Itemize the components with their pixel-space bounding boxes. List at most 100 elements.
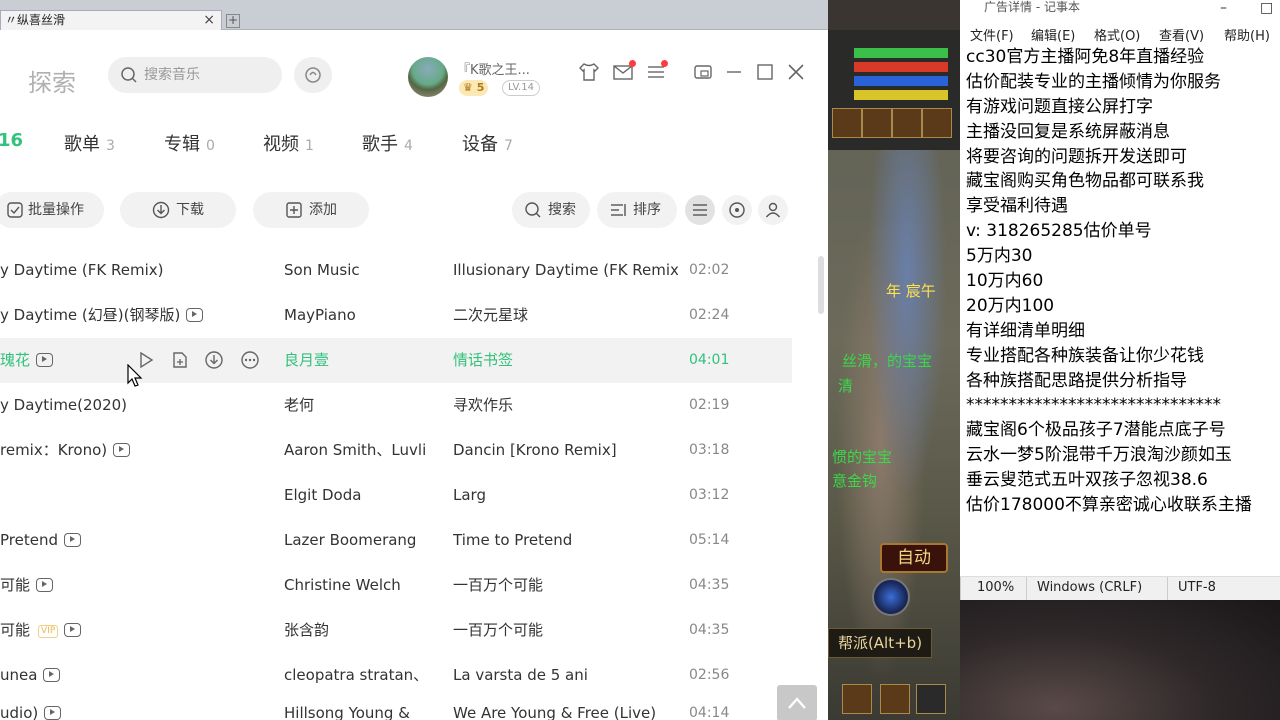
song-artist[interactable]: 张含韵: [284, 608, 434, 653]
sort-button[interactable]: 排序: [597, 192, 677, 228]
auto-battle-button[interactable]: 自动: [880, 543, 948, 573]
mv-icon[interactable]: [43, 668, 61, 682]
song-artist[interactable]: 老何: [284, 383, 434, 428]
song-album[interactable]: Time to Pretend: [453, 518, 678, 563]
song-album[interactable]: 二次元星球: [453, 293, 678, 338]
skin-icon[interactable]: [578, 61, 600, 83]
song-title-cell[interactable]: remix：Krono): [0, 428, 270, 473]
song-title[interactable]: udio): [0, 704, 38, 720]
batch-operation-button[interactable]: 批量操作: [0, 192, 104, 228]
table-row[interactable]: Pretend Lazer Boomerang Time to Pretend …: [0, 518, 792, 563]
menu-help[interactable]: 帮助(H): [1224, 25, 1270, 44]
skill-slot[interactable]: [880, 684, 910, 714]
table-row[interactable]: 可能 Christine Welch 一百万个可能 04:35: [0, 563, 792, 608]
menu-file[interactable]: 文件(F): [970, 25, 1014, 44]
song-album[interactable]: Larg: [453, 473, 678, 518]
tab-singers[interactable]: 歌手 4: [362, 130, 413, 156]
buff-slot[interactable]: [862, 108, 892, 138]
notepad-text-area[interactable]: cc30官方主播阿免8年直播经验 估价配装专业的主播倾情为你服务 有游戏问题直接…: [966, 45, 1278, 518]
close-icon[interactable]: [785, 61, 807, 83]
more-icon[interactable]: [240, 350, 260, 370]
table-row[interactable]: Elgit Doda Larg 03:12: [0, 473, 792, 518]
download-button[interactable]: 下载: [120, 192, 236, 228]
album-view-button[interactable]: [722, 195, 752, 225]
song-artist[interactable]: Christine Welch: [284, 563, 434, 608]
song-artist[interactable]: MayPiano: [284, 293, 434, 338]
menu-view[interactable]: 查看(V): [1159, 25, 1204, 44]
close-tab-icon[interactable]: ×: [203, 11, 215, 29]
buff-slot[interactable]: [832, 108, 862, 138]
download-icon[interactable]: [204, 350, 224, 370]
song-album[interactable]: La varsta de 5 ani: [453, 653, 678, 698]
table-row[interactable]: y Daytime (FK Remix) Son Music Illusiona…: [0, 248, 792, 293]
song-title[interactable]: y Daytime (FK Remix): [0, 248, 270, 293]
mini-mode-icon[interactable]: [692, 61, 714, 83]
add-to-playlist-icon[interactable]: [170, 350, 190, 370]
song-title[interactable]: 可能: [0, 576, 30, 594]
add-button[interactable]: 添加: [253, 192, 369, 228]
tab-videos[interactable]: 视频 1: [263, 130, 314, 156]
song-title[interactable]: unea: [0, 666, 37, 684]
mv-icon[interactable]: [64, 533, 81, 547]
song-album[interactable]: We Are Young & Free (Live): [453, 698, 678, 720]
skill-orb[interactable]: [872, 578, 910, 616]
song-album[interactable]: Illusionary Daytime (FK Remix): [453, 248, 678, 293]
search-input[interactable]: 搜索音乐: [108, 57, 282, 93]
song-search-button[interactable]: 搜索: [512, 192, 590, 228]
avatar[interactable]: [408, 57, 448, 97]
skill-slot[interactable]: [842, 684, 872, 714]
song-album[interactable]: 一百万个可能: [453, 608, 678, 653]
song-title[interactable]: y Daytime (幻昼)(钢琴版): [0, 306, 180, 324]
mv-icon[interactable]: [186, 308, 204, 322]
tab-devices[interactable]: 设备 7: [462, 130, 513, 156]
voice-search-button[interactable]: [294, 57, 332, 93]
maximize-icon[interactable]: [754, 61, 776, 83]
table-row[interactable]: unea cleopatra stratan、 La varsta de 5 a…: [0, 653, 792, 698]
song-artist[interactable]: cleopatra stratan、: [284, 653, 434, 698]
tab-albums[interactable]: 专辑 0: [164, 130, 215, 156]
song-album[interactable]: Dancin [Krono Remix]: [453, 428, 678, 473]
browser-tab[interactable]: 〃纵喜丝滑 ×: [0, 10, 222, 30]
mv-icon[interactable]: [64, 623, 82, 637]
minimize-icon[interactable]: –: [1220, 0, 1227, 16]
song-artist[interactable]: Lazer Boomerang: [284, 518, 434, 563]
skill-slot[interactable]: [916, 684, 946, 714]
tab-songs[interactable]: 16: [0, 130, 23, 151]
mv-icon[interactable]: [36, 578, 54, 592]
menu-format[interactable]: 格式(O): [1094, 25, 1140, 44]
mv-icon[interactable]: [113, 443, 131, 457]
song-title-cell[interactable]: Pretend: [0, 518, 270, 563]
back-to-top-button[interactable]: [777, 685, 817, 720]
song-artist[interactable]: Elgit Doda: [284, 473, 434, 518]
table-row[interactable]: 可能 VIP 张含韵 一百万个可能 04:35: [0, 608, 792, 653]
table-row[interactable]: udio) Hillsong Young & We Are Young & Fr…: [0, 698, 792, 720]
buff-slot[interactable]: [892, 108, 922, 138]
mv-icon[interactable]: [44, 706, 62, 720]
song-artist[interactable]: Aaron Smith、Luvli: [284, 428, 434, 473]
singer-view-button[interactable]: [758, 195, 788, 225]
song-album[interactable]: 情话书签: [453, 338, 678, 383]
song-title[interactable]: remix：Krono): [0, 441, 107, 459]
minimize-icon[interactable]: [723, 61, 745, 83]
table-row[interactable]: y Daytime (幻昼)(钢琴版) MayPiano 二次元星球 02:24: [0, 293, 792, 338]
buff-slot[interactable]: [922, 108, 952, 138]
table-row-hovered[interactable]: 瑰花 良月壹 情话书签 04:01: [0, 338, 792, 383]
song-title-cell[interactable]: unea: [0, 653, 270, 698]
table-row[interactable]: remix：Krono) Aaron Smith、Luvli Dancin [K…: [0, 428, 792, 473]
scrollbar[interactable]: [818, 256, 824, 314]
song-album[interactable]: 寻欢作乐: [453, 383, 678, 428]
song-title[interactable]: Pretend: [0, 531, 58, 549]
song-title[interactable]: y Daytime(2020): [0, 383, 270, 428]
song-artist[interactable]: Hillsong Young &: [284, 698, 434, 720]
song-title[interactable]: 可能: [0, 621, 30, 639]
song-artist[interactable]: Son Music: [284, 248, 434, 293]
maximize-icon[interactable]: □: [1260, 0, 1273, 16]
song-title-cell[interactable]: udio): [0, 698, 270, 720]
song-artist[interactable]: 良月壹: [284, 338, 434, 383]
new-tab-button[interactable]: +: [226, 14, 240, 28]
menu-edit[interactable]: 编辑(E): [1031, 25, 1075, 44]
gang-button[interactable]: 帮派(Alt+b): [828, 628, 932, 658]
tab-playlists[interactable]: 歌单 3: [64, 130, 115, 156]
list-view-button[interactable]: [685, 195, 715, 225]
mv-icon[interactable]: [36, 353, 54, 367]
